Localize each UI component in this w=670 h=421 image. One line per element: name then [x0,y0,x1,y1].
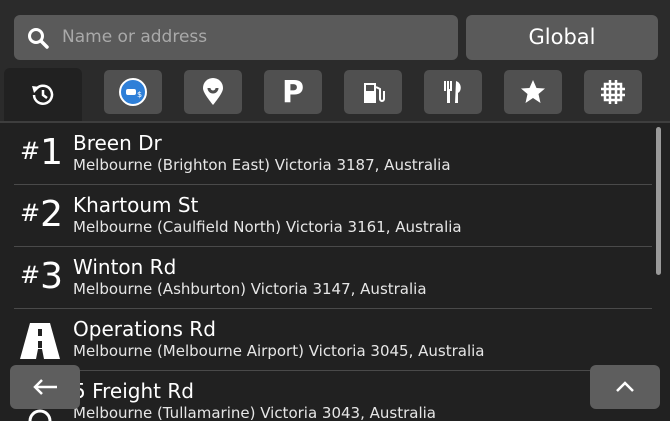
rank-label: #2 [20,194,64,235]
svg-text:$: $ [137,90,142,99]
map-pin-icon [203,78,223,105]
search-icon [28,28,49,49]
tab-places[interactable] [184,70,242,114]
street-name: 5 Freight Rd [73,379,194,403]
category-tabs: $ P [0,68,670,122]
list-item[interactable]: #2 Khartoum St Melbourne (Caulfield Nort… [0,185,652,247]
back-button[interactable] [10,365,80,409]
search-input[interactable]: Name or address [14,15,458,60]
scroll-up-button[interactable] [590,365,660,409]
street-address: Melbourne (Brighton East) Victoria 3187,… [73,156,451,174]
street-address: Melbourne (Caulfield North) Victoria 316… [73,218,462,236]
fork-knife-icon [444,81,461,103]
list-item[interactable]: 5 Freight Rd Melbourne (Tullamarine) Vic… [0,371,652,421]
top-bar: Name or address Global [0,0,670,70]
street-name: Winton Rd [73,255,177,279]
search-placeholder: Name or address [62,27,208,47]
star-icon [521,80,545,103]
tab-recent[interactable] [4,68,82,122]
tab-restaurants[interactable] [424,70,482,114]
list-item[interactable]: #1 Breen Dr Melbourne (Brighton East) Vi… [0,123,652,185]
fuel-pump-icon [364,83,385,103]
street-name: Breen Dr [73,131,162,155]
tab-favorites[interactable] [504,70,562,114]
speed-camera-icon: $ [119,78,147,106]
results-list: #1 Breen Dr Melbourne (Brighton East) Vi… [0,123,670,421]
list-item[interactable]: #3 Winton Rd Melbourne (Ashburton) Victo… [0,247,652,309]
road-icon [20,323,60,359]
rank-label: #3 [20,256,64,297]
tab-map[interactable] [584,70,642,114]
global-scope-button[interactable]: Global [466,15,658,60]
street-address: Melbourne (Tullamarine) Victoria 3043, A… [73,404,436,421]
tab-parking[interactable]: P [264,70,322,114]
street-address: Melbourne (Ashburton) Victoria 3147, Aus… [73,280,427,298]
rank-label: #1 [20,132,64,173]
street-name: Operations Rd [73,317,216,341]
list-item[interactable]: Operations Rd Melbourne (Melbourne Airpo… [0,309,652,371]
chevron-up-icon [616,381,634,392]
history-icon [32,84,54,105]
back-arrow-icon [33,379,57,395]
grid-map-icon [601,80,625,104]
parking-icon: P [282,74,304,110]
tab-traffic[interactable]: $ [104,70,162,114]
street-name: Khartoum St [73,193,199,217]
tab-fuel[interactable] [344,70,402,114]
scrollbar[interactable] [656,127,661,275]
street-address: Melbourne (Melbourne Airport) Victoria 3… [73,342,485,360]
